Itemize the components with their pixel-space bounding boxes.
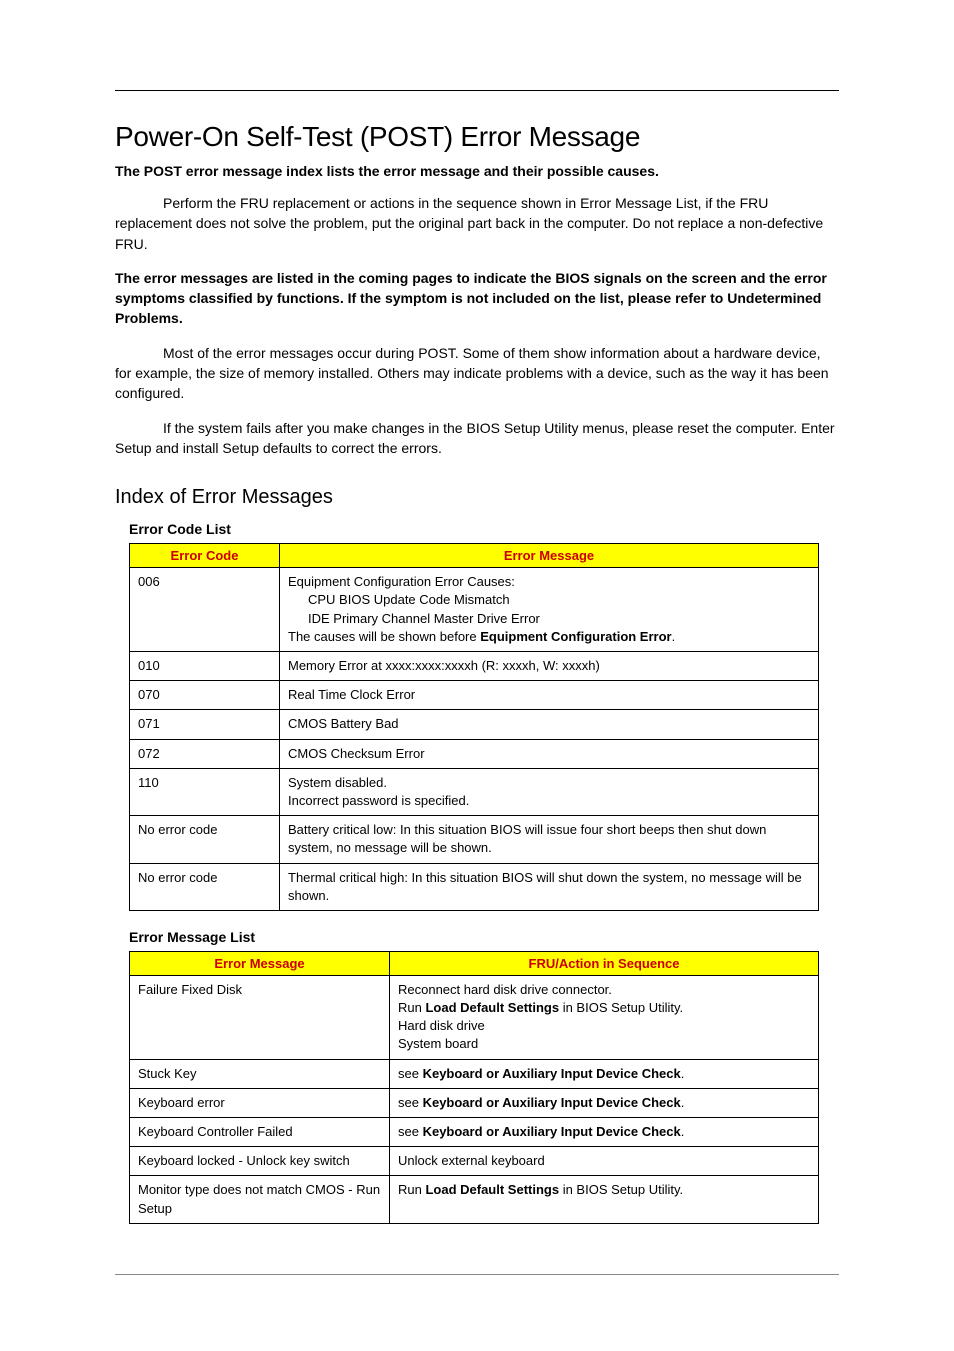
table2-label: Error Message List [129, 929, 839, 945]
cell-msg: Keyboard locked - Unlock key switch [130, 1147, 390, 1176]
cell-code: 070 [130, 681, 280, 710]
action-a: see [398, 1095, 423, 1110]
paragraph-2-c: . [179, 310, 183, 326]
error-code-table: Error Code Error Message 006 Equipment C… [129, 543, 819, 911]
cell-action: Run Load Default Settings in BIOS Setup … [390, 1176, 819, 1223]
bottom-rule [115, 1274, 839, 1275]
error-message-table: Error Message FRU/Action in Sequence Fai… [129, 951, 819, 1224]
cell-msg: Keyboard error [130, 1088, 390, 1117]
table-row: Stuck Key see Keyboard or Auxiliary Inpu… [130, 1059, 819, 1088]
action-b: Keyboard or Auxiliary Input Device Check [423, 1066, 681, 1081]
table1-label: Error Code List [129, 521, 839, 537]
table-row: Monitor type does not match CMOS - Run S… [130, 1176, 819, 1223]
paragraph-4-text: If the system fails after you make chang… [115, 420, 835, 456]
page-title: Power-On Self-Test (POST) Error Message [115, 121, 839, 153]
table-row: 110 System disabled. Incorrect password … [130, 768, 819, 815]
cell-code: 072 [130, 739, 280, 768]
action-c: in BIOS Setup Utility. [559, 1182, 683, 1197]
table-row: 010 Memory Error at xxxx:xxxx:xxxxh (R: … [130, 652, 819, 681]
action-b: Keyboard or Auxiliary Input Device Check [423, 1095, 681, 1110]
table1-header-0: Error Code [130, 544, 280, 568]
action-a: see [398, 1066, 423, 1081]
table1-header-1: Error Message [280, 544, 819, 568]
msg-line: CPU BIOS Update Code Mismatch [288, 591, 810, 609]
msg-line: IDE Primary Channel Master Drive Error [288, 610, 810, 628]
paragraph-3: Most of the error messages occur during … [115, 343, 839, 404]
cell-msg: System disabled. Incorrect password is s… [280, 768, 819, 815]
action-line-b: Load Default Settings [425, 1000, 559, 1015]
cell-code: 006 [130, 568, 280, 652]
paragraph-2: The error messages are listed in the com… [115, 268, 839, 329]
table-row: No error code Thermal critical high: In … [130, 863, 819, 910]
table-header-row: Error Message FRU/Action in Sequence [130, 951, 819, 975]
table-row: 070 Real Time Clock Error [130, 681, 819, 710]
cell-msg: Thermal critical high: In this situation… [280, 863, 819, 910]
msg-tail-b: Equipment Configuration Error [480, 629, 671, 644]
action-line: Hard disk drive [398, 1018, 485, 1033]
msg-tail-c: . [672, 629, 676, 644]
table2-header-1: FRU/Action in Sequence [390, 951, 819, 975]
cell-msg: Memory Error at xxxx:xxxx:xxxxh (R: xxxx… [280, 652, 819, 681]
cell-msg: Monitor type does not match CMOS - Run S… [130, 1176, 390, 1223]
action-line-a: Run [398, 1000, 425, 1015]
paragraph-3-text: Most of the error messages occur during … [115, 345, 829, 402]
cell-code: 110 [130, 768, 280, 815]
action-line: System board [398, 1036, 478, 1051]
table2-header-0: Error Message [130, 951, 390, 975]
msg-tail-a: The causes will be shown before [288, 629, 480, 644]
msg-line: Equipment Configuration Error Causes: [288, 574, 515, 589]
action-c: . [681, 1095, 685, 1110]
action-c: . [681, 1066, 685, 1081]
cell-code: 071 [130, 710, 280, 739]
paragraph-1-text: Perform the FRU replacement or actions i… [115, 195, 823, 252]
action-b: Load Default Settings [425, 1182, 559, 1197]
top-rule [115, 90, 839, 91]
paragraph-4: If the system fails after you make chang… [115, 418, 839, 459]
cell-msg: Keyboard Controller Failed [130, 1118, 390, 1147]
table-row: 006 Equipment Configuration Error Causes… [130, 568, 819, 652]
table-row: Keyboard error see Keyboard or Auxiliary… [130, 1088, 819, 1117]
intro-text: The POST error message index lists the e… [115, 163, 839, 179]
table-row: Keyboard locked - Unlock key switch Unlo… [130, 1147, 819, 1176]
cell-msg: Equipment Configuration Error Causes: CP… [280, 568, 819, 652]
cell-action: Reconnect hard disk drive connector. Run… [390, 975, 819, 1059]
cell-msg: Failure Fixed Disk [130, 975, 390, 1059]
section-heading: Index of Error Messages [115, 486, 839, 509]
table-row: 072 CMOS Checksum Error [130, 739, 819, 768]
cell-action: see Keyboard or Auxiliary Input Device C… [390, 1059, 819, 1088]
table-row: No error code Battery critical low: In t… [130, 816, 819, 863]
table-row: 071 CMOS Battery Bad [130, 710, 819, 739]
action-a: see [398, 1124, 423, 1139]
table-header-row: Error Code Error Message [130, 544, 819, 568]
paragraph-1: Perform the FRU replacement or actions i… [115, 193, 839, 254]
cell-action: Unlock external keyboard [390, 1147, 819, 1176]
action-c: . [681, 1124, 685, 1139]
action-b: Keyboard or Auxiliary Input Device Check [423, 1124, 681, 1139]
table-row: Failure Fixed Disk Reconnect hard disk d… [130, 975, 819, 1059]
page-content: Power-On Self-Test (POST) Error Message … [80, 121, 874, 1224]
cell-code: No error code [130, 816, 280, 863]
cell-code: 010 [130, 652, 280, 681]
paragraph-2-a: The error messages are listed in the com… [115, 270, 827, 306]
action-line: Reconnect hard disk drive connector. [398, 982, 612, 997]
cell-msg: Battery critical low: In this situation … [280, 816, 819, 863]
cell-msg: Real Time Clock Error [280, 681, 819, 710]
cell-action: see Keyboard or Auxiliary Input Device C… [390, 1118, 819, 1147]
action-a: Run [398, 1182, 425, 1197]
action-line-c: in BIOS Setup Utility. [559, 1000, 683, 1015]
cell-msg: CMOS Battery Bad [280, 710, 819, 739]
table-row: Keyboard Controller Failed see Keyboard … [130, 1118, 819, 1147]
cell-msg: Stuck Key [130, 1059, 390, 1088]
cell-code: No error code [130, 863, 280, 910]
cell-action: see Keyboard or Auxiliary Input Device C… [390, 1088, 819, 1117]
cell-msg: CMOS Checksum Error [280, 739, 819, 768]
